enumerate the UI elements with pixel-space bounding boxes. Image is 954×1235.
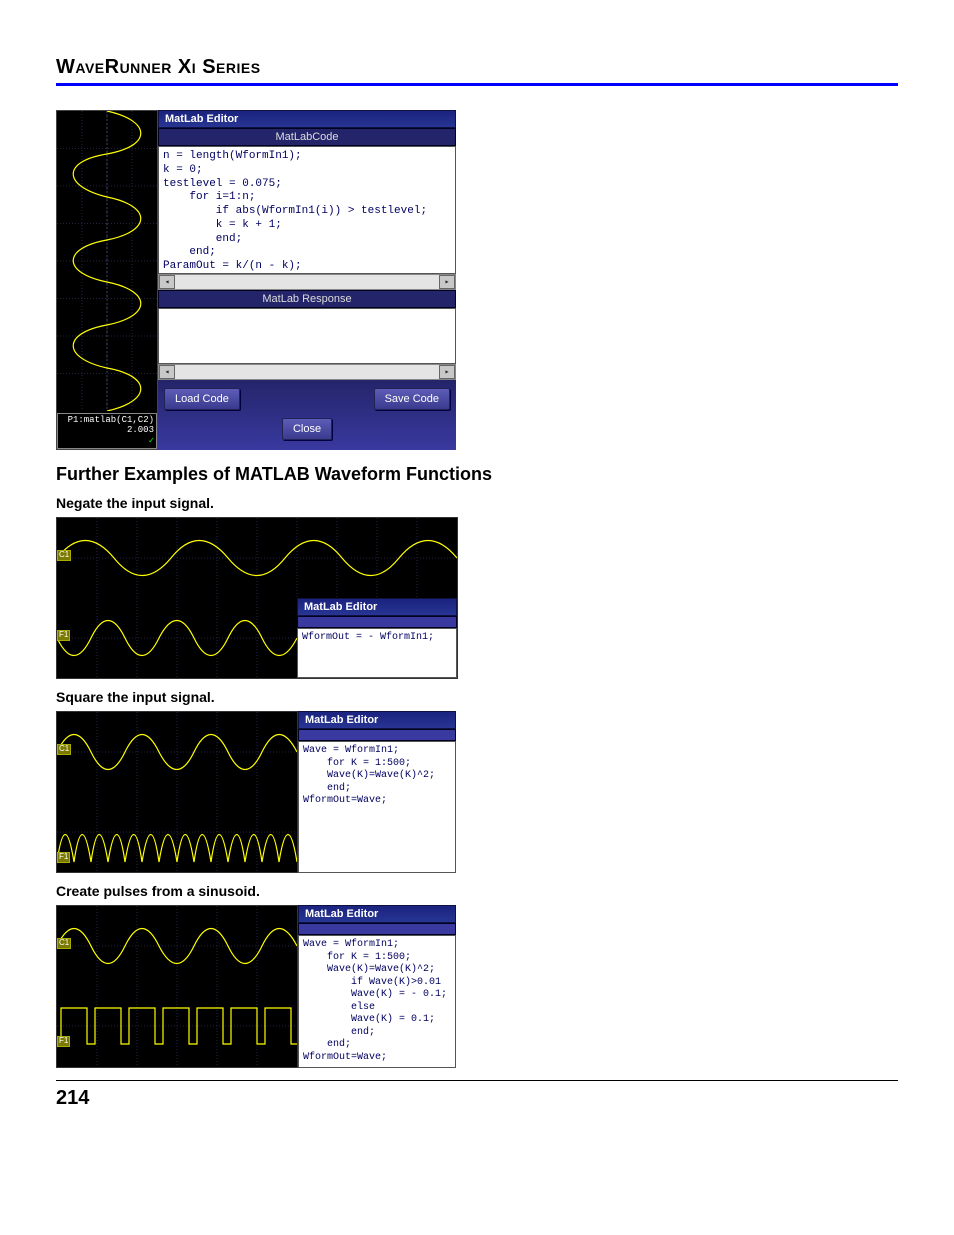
scope-param-name: P1:matlab(C1,C2) <box>60 415 154 426</box>
channel-badge-c1: C1 <box>57 550 71 561</box>
section-title: Further Examples of MATLAB Waveform Func… <box>56 464 898 485</box>
editor-titlebar-ex2: MatLab Editor <box>298 711 456 729</box>
channel-badge-f1: F1 <box>57 1036 70 1047</box>
check-icon: ✓ <box>60 436 154 447</box>
scroll-right-icon[interactable]: ▸ <box>439 365 455 379</box>
scroll-left-icon[interactable]: ◂ <box>159 275 175 289</box>
scope-negate: C1 F1 MatLab Editor WformOut = - WformIn… <box>56 517 458 679</box>
tab-bar: MatLabCode <box>158 128 456 146</box>
figure-pulses: C1 F1 MatLab Editor Wave = WformIn1; for… <box>56 905 456 1068</box>
example-title-square: Square the input signal. <box>56 689 898 705</box>
save-code-button[interactable]: Save Code <box>374 388 450 410</box>
load-code-button[interactable]: Load Code <box>164 388 240 410</box>
response-textarea[interactable] <box>158 308 456 364</box>
response-scrollbar[interactable]: ◂ ▸ <box>158 364 456 380</box>
example-title-negate: Negate the input signal. <box>56 495 898 511</box>
scope-grid-fig1: P1:matlab(C1,C2) 2.003 ✓ <box>56 110 158 450</box>
example-title-pulses: Create pulses from a sinusoid. <box>56 883 898 899</box>
code-scrollbar[interactable]: ◂ ▸ <box>158 274 456 290</box>
figure-matlab-param: P1:matlab(C1,C2) 2.003 ✓ MatLab Editor M… <box>56 110 456 450</box>
scope-param-value: 2.003 <box>60 425 154 436</box>
channel-badge-f1: F1 <box>57 630 70 641</box>
editor-titlebar: MatLab Editor <box>158 110 456 128</box>
code-textarea-ex1[interactable]: WformOut = - WformIn1; <box>297 628 457 678</box>
code-textarea[interactable]: n = length(WformIn1); k = 0; testlevel =… <box>158 146 456 274</box>
tab-matlab-code[interactable]: MatLabCode <box>158 128 456 146</box>
header-rule <box>56 83 898 86</box>
channel-badge-c1: C1 <box>57 938 71 949</box>
code-textarea-ex2[interactable]: Wave = WformIn1; for K = 1:500; Wave(K)=… <box>298 741 456 873</box>
editor-titlebar-ex1: MatLab Editor <box>297 598 457 616</box>
page-number: 214 <box>56 1087 898 1110</box>
channel-badge-c1: C1 <box>57 744 71 755</box>
page-title: WaveRunner Xi Series <box>56 56 898 79</box>
waveform-fig1 <box>57 111 157 413</box>
scope-square: C1 F1 <box>56 711 298 873</box>
tab-bar-response: MatLab Response <box>158 290 456 308</box>
scope-param-readout: P1:matlab(C1,C2) 2.003 ✓ <box>57 413 157 449</box>
matlab-editor-ex3: MatLab Editor Wave = WformIn1; for K = 1… <box>298 905 456 1068</box>
editor-button-row: Load Code Save Code Close <box>158 380 456 450</box>
matlab-editor-ex2: MatLab Editor Wave = WformIn1; for K = 1… <box>298 711 456 873</box>
tab-matlab-response[interactable]: MatLab Response <box>158 290 456 308</box>
figure-negate: C1 F1 MatLab Editor WformOut = - WformIn… <box>56 517 456 679</box>
scope-pulses: C1 F1 <box>56 905 298 1068</box>
channel-badge-f1: F1 <box>57 852 70 863</box>
footer-rule <box>56 1080 898 1081</box>
scroll-right-icon[interactable]: ▸ <box>439 275 455 289</box>
editor-titlebar-ex3: MatLab Editor <box>298 905 456 923</box>
figure-square: C1 F1 MatLab Editor Wave = WformIn1; for… <box>56 711 456 873</box>
close-button[interactable]: Close <box>282 418 332 440</box>
code-textarea-ex3[interactable]: Wave = WformIn1; for K = 1:500; Wave(K)=… <box>298 935 456 1068</box>
scroll-left-icon[interactable]: ◂ <box>159 365 175 379</box>
matlab-editor-fig1: MatLab Editor MatLabCode n = length(Wfor… <box>158 110 456 450</box>
